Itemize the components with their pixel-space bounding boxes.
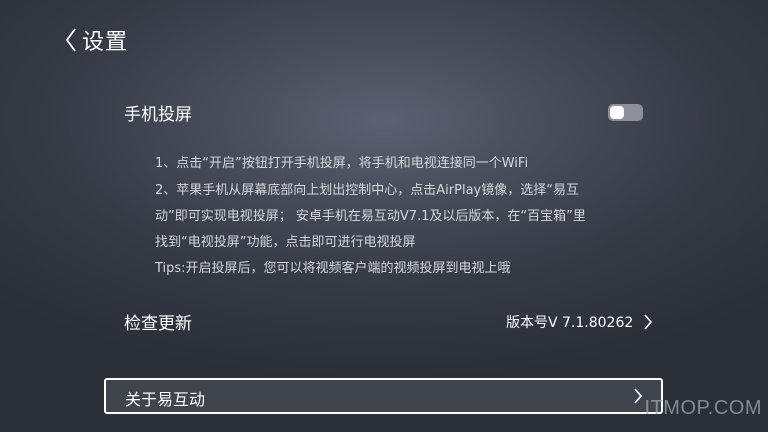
check-update-label[interactable]: 检查更新 (124, 309, 192, 334)
description-line-4: 找到“电视投屏”功能，点击即可进行电视投屏 (155, 235, 416, 250)
toggle-knob (610, 106, 624, 119)
page-title: 设置 (82, 30, 129, 55)
about-row[interactable]: 关于易互动 (104, 378, 663, 414)
about-label: 关于易互动 (125, 390, 206, 409)
description-line-1: 1、点击“开启”按钮打开手机投屏，将手机和电视连接同一个WiFi (155, 156, 529, 171)
description-line-2: 2、苹果手机从屏幕底部向上划出控制中心，点击AirPlay镜像，选择“易互 (155, 183, 579, 198)
tips-line: Tips:开启投屏后，您可以将视频客户端的视频投屏到电视上哦 (155, 261, 511, 276)
version-text: 版本号V 7.1.80262 (506, 315, 634, 331)
chevron-left-icon[interactable] (62, 26, 80, 54)
watermark: ITMOP.COM (644, 397, 762, 419)
chevron-right-icon (633, 388, 643, 404)
version-info[interactable]: 版本号V 7.1.80262 (506, 312, 653, 332)
screen-cast-toggle[interactable] (608, 104, 643, 121)
chevron-right-icon (643, 314, 653, 330)
header: 设置 (62, 24, 128, 56)
description-line-3: 动”即可实现电视投屏； 安卓手机在易互动V7.1及以后版本，在“百宝箱”里 (155, 209, 586, 224)
screen-cast-label: 手机投屏 (124, 105, 192, 125)
